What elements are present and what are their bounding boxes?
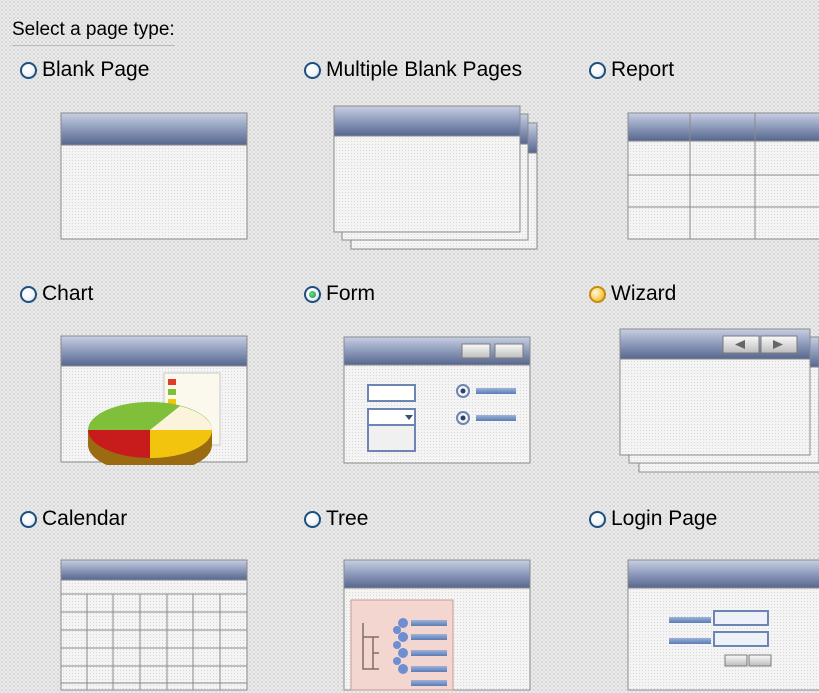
radio-wizard[interactable]: Wizard xyxy=(589,282,676,306)
option-label-form: Form xyxy=(326,282,375,305)
radio-icon[interactable] xyxy=(589,510,606,528)
tree-preview[interactable] xyxy=(343,559,533,691)
radio-icon[interactable] xyxy=(20,510,37,528)
radio-tree[interactable]: Tree xyxy=(304,507,368,531)
radio-checked-icon[interactable] xyxy=(304,285,321,303)
radio-hover-icon[interactable] xyxy=(589,285,606,303)
chart-preview[interactable] xyxy=(60,335,250,465)
form-preview[interactable] xyxy=(343,336,533,466)
radio-icon[interactable] xyxy=(20,285,37,303)
option-label-calendar: Calendar xyxy=(42,507,128,530)
multiple-blank-pages-preview[interactable] xyxy=(333,105,545,253)
option-label-chart: Chart xyxy=(42,282,94,305)
wizard-preview[interactable] xyxy=(619,328,819,478)
blank-page-preview[interactable] xyxy=(60,112,250,242)
option-label-blank-page: Blank Page xyxy=(42,58,150,81)
radio-icon[interactable] xyxy=(304,510,321,528)
page-type-heading: Select a page type: xyxy=(12,19,175,46)
option-label-login-page: Login Page xyxy=(611,507,718,530)
radio-chart[interactable]: Chart xyxy=(20,282,93,306)
radio-login-page[interactable]: Login Page xyxy=(589,507,717,531)
radio-icon[interactable] xyxy=(304,61,321,79)
login-page-preview[interactable] xyxy=(627,559,819,691)
radio-form[interactable]: Form xyxy=(304,282,375,306)
radio-icon[interactable] xyxy=(589,61,606,79)
radio-report[interactable]: Report xyxy=(589,58,674,82)
option-label-multiple-blank-pages: Multiple Blank Pages xyxy=(326,58,523,81)
radio-calendar[interactable]: Calendar xyxy=(20,507,127,531)
calendar-preview[interactable] xyxy=(60,559,250,691)
radio-blank-page[interactable]: Blank Page xyxy=(20,58,149,82)
option-label-report: Report xyxy=(611,58,675,81)
option-label-tree: Tree xyxy=(326,507,369,530)
radio-icon[interactable] xyxy=(20,61,37,79)
option-label-wizard: Wizard xyxy=(611,282,677,305)
radio-multiple-blank-pages[interactable]: Multiple Blank Pages xyxy=(304,58,522,82)
report-preview[interactable] xyxy=(627,112,819,242)
